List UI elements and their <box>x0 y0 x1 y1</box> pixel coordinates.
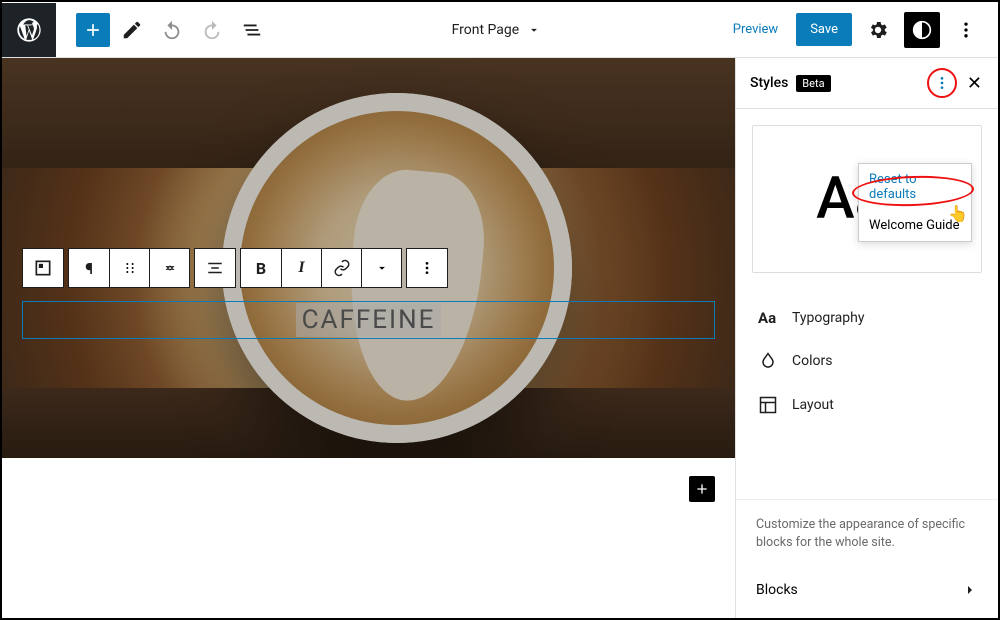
edit-tool-button[interactable] <box>114 12 150 48</box>
italic-button[interactable]: I <box>281 249 321 287</box>
sidebar-header: Styles Beta ✕ <box>736 58 998 109</box>
wordpress-logo[interactable] <box>2 3 56 57</box>
layout-icon <box>758 395 778 415</box>
typography-section[interactable]: Aa Typography <box>736 297 998 339</box>
link-button[interactable] <box>321 249 361 287</box>
close-sidebar-button[interactable]: ✕ <box>963 69 986 98</box>
heading-block-selected[interactable]: CAFFEINE <box>22 301 715 339</box>
top-toolbar: Front Page Preview Save <box>2 2 998 58</box>
styles-more-button[interactable] <box>927 68 957 98</box>
kebab-icon <box>956 20 976 40</box>
layout-section[interactable]: Layout <box>736 383 998 427</box>
styles-toggle-button[interactable] <box>904 12 940 48</box>
chevron-right-icon <box>962 582 978 598</box>
contrast-icon <box>912 20 932 40</box>
undo-icon <box>161 19 183 41</box>
heading-block-icon <box>33 258 53 278</box>
plus-icon <box>83 20 103 40</box>
sidebar-footer-text: Customize the appearance of specific blo… <box>736 499 998 568</box>
kebab-icon <box>419 260 435 276</box>
save-button[interactable]: Save <box>796 13 852 46</box>
colors-section[interactable]: Colors <box>736 339 998 383</box>
styles-sections: Aa Typography Colors Layout <box>736 289 998 435</box>
chevron-down-icon <box>527 23 541 37</box>
align-icon <box>206 259 224 277</box>
page-title-text: Front Page <box>452 22 520 38</box>
plus-icon <box>694 481 710 497</box>
pencil-icon <box>121 19 143 41</box>
drop-icon <box>758 351 778 371</box>
blocks-section[interactable]: Blocks <box>736 568 998 618</box>
block-type-button[interactable] <box>23 249 63 287</box>
settings-button[interactable] <box>860 12 896 48</box>
append-block-button[interactable] <box>689 476 715 502</box>
kebab-icon <box>934 75 950 91</box>
more-formatting-button[interactable] <box>361 249 401 287</box>
drag-icon <box>122 260 138 276</box>
redo-icon <box>201 19 223 41</box>
add-block-button[interactable] <box>76 13 110 47</box>
cover-block[interactable]: ¶ B I CAFFEINE <box>2 58 735 458</box>
link-icon <box>333 259 351 277</box>
styles-more-menu: Reset to defaults Welcome Guide <box>858 163 972 242</box>
align-button[interactable] <box>195 249 235 287</box>
move-button[interactable] <box>149 249 189 287</box>
toolbar-left <box>56 12 270 48</box>
gear-icon <box>867 19 889 41</box>
paragraph-button[interactable]: ¶ <box>69 249 109 287</box>
toolbar-right: Preview Save <box>723 12 998 48</box>
list-view-button[interactable] <box>234 12 270 48</box>
sidebar-title: Styles <box>750 75 788 91</box>
editor-canvas[interactable]: ¶ B I CAFFEINE <box>2 58 736 618</box>
heading-text[interactable]: CAFFEINE <box>296 303 442 337</box>
move-icon <box>162 260 178 276</box>
bold-button[interactable]: B <box>241 249 281 287</box>
redo-button[interactable] <box>194 12 230 48</box>
drag-handle[interactable] <box>109 249 149 287</box>
typography-icon: Aa <box>758 309 778 327</box>
block-toolbar: ¶ B I <box>22 248 448 288</box>
undo-button[interactable] <box>154 12 190 48</box>
list-view-icon <box>241 19 263 41</box>
beta-badge: Beta <box>796 75 830 92</box>
more-options-button[interactable] <box>948 12 984 48</box>
cursor-pointer-icon: 👆 <box>948 204 968 223</box>
block-options-button[interactable] <box>407 249 447 287</box>
preview-link[interactable]: Preview <box>723 16 788 43</box>
chevron-down-icon <box>375 261 389 275</box>
wordpress-icon <box>15 16 43 44</box>
document-title[interactable]: Front Page <box>270 22 723 38</box>
styles-sidebar: Styles Beta ✕ Aa Reset to defaults Welco… <box>736 58 998 618</box>
